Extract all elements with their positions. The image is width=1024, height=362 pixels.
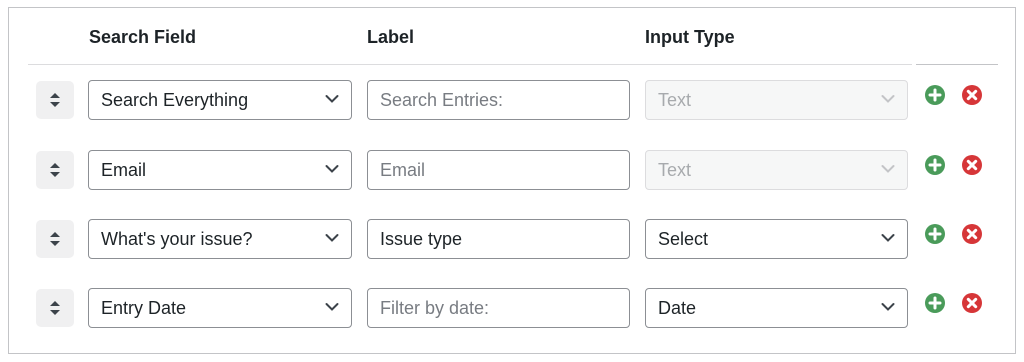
search-field-row: Email Email Text xyxy=(0,149,1024,191)
x-circle-icon[interactable] xyxy=(961,223,983,245)
header-divider xyxy=(28,64,912,65)
drag-handle[interactable] xyxy=(36,81,74,119)
label-input[interactable]: Issue type xyxy=(367,219,630,259)
sort-arrows-icon xyxy=(50,93,60,107)
plus-circle-icon[interactable] xyxy=(924,223,946,245)
chevron-down-icon xyxy=(325,234,339,242)
search-field-row: Entry Date Filter by date: Date xyxy=(0,287,1024,329)
drag-handle[interactable] xyxy=(36,151,74,189)
sort-arrows-icon xyxy=(50,301,60,315)
column-header-search-field: Search Field xyxy=(89,27,197,47)
chevron-down-icon xyxy=(325,95,339,103)
input-type-value: Select xyxy=(658,229,709,249)
sort-arrows-icon xyxy=(50,163,60,177)
header-divider-actions xyxy=(916,64,998,65)
label-input-value: Email xyxy=(380,160,426,180)
sort-arrows-icon xyxy=(50,232,60,246)
chevron-down-icon xyxy=(325,303,339,311)
label-input-value: Issue type xyxy=(380,229,463,249)
plus-circle-icon[interactable] xyxy=(924,292,946,314)
search-field-value: Entry Date xyxy=(101,298,187,318)
search-field-row: Search Everything Search Entries: Text xyxy=(0,79,1024,121)
search-field-value: Email xyxy=(101,160,147,180)
label-input[interactable]: Filter by date: xyxy=(367,288,630,328)
plus-circle-icon[interactable] xyxy=(924,154,946,176)
chevron-down-icon xyxy=(881,95,895,103)
column-header-input-type: Input Type xyxy=(645,27,735,47)
drag-handle[interactable] xyxy=(36,289,74,327)
chevron-down-icon xyxy=(881,234,895,242)
search-field-value: Search Everything xyxy=(101,90,249,110)
input-type-value: Text xyxy=(658,160,692,180)
label-input[interactable]: Email xyxy=(367,150,630,190)
x-circle-icon[interactable] xyxy=(961,292,983,314)
plus-circle-icon[interactable] xyxy=(924,84,946,106)
search-field-select[interactable]: Entry Date xyxy=(88,288,352,328)
label-input-value: Filter by date: xyxy=(380,298,490,318)
input-type-select[interactable]: Select xyxy=(645,219,908,259)
input-type-select: Text xyxy=(645,150,908,190)
chevron-down-icon xyxy=(325,165,339,173)
x-circle-icon[interactable] xyxy=(961,84,983,106)
input-type-value: Date xyxy=(658,298,697,318)
input-type-value: Text xyxy=(658,90,692,110)
column-header-label: Label xyxy=(367,27,415,47)
search-field-select[interactable]: Email xyxy=(88,150,352,190)
search-field-value: What's your issue? xyxy=(101,229,253,249)
drag-handle[interactable] xyxy=(36,220,74,258)
chevron-down-icon xyxy=(881,303,895,311)
input-type-select[interactable]: Date xyxy=(645,288,908,328)
x-circle-icon[interactable] xyxy=(961,154,983,176)
search-field-row: What's your issue? Issue type Select xyxy=(0,218,1024,260)
chevron-down-icon xyxy=(881,165,895,173)
label-input-value: Search Entries: xyxy=(380,90,504,110)
search-field-select[interactable]: Search Everything xyxy=(88,80,352,120)
label-input[interactable]: Search Entries: xyxy=(367,80,630,120)
search-field-select[interactable]: What's your issue? xyxy=(88,219,352,259)
input-type-select: Text xyxy=(645,80,908,120)
